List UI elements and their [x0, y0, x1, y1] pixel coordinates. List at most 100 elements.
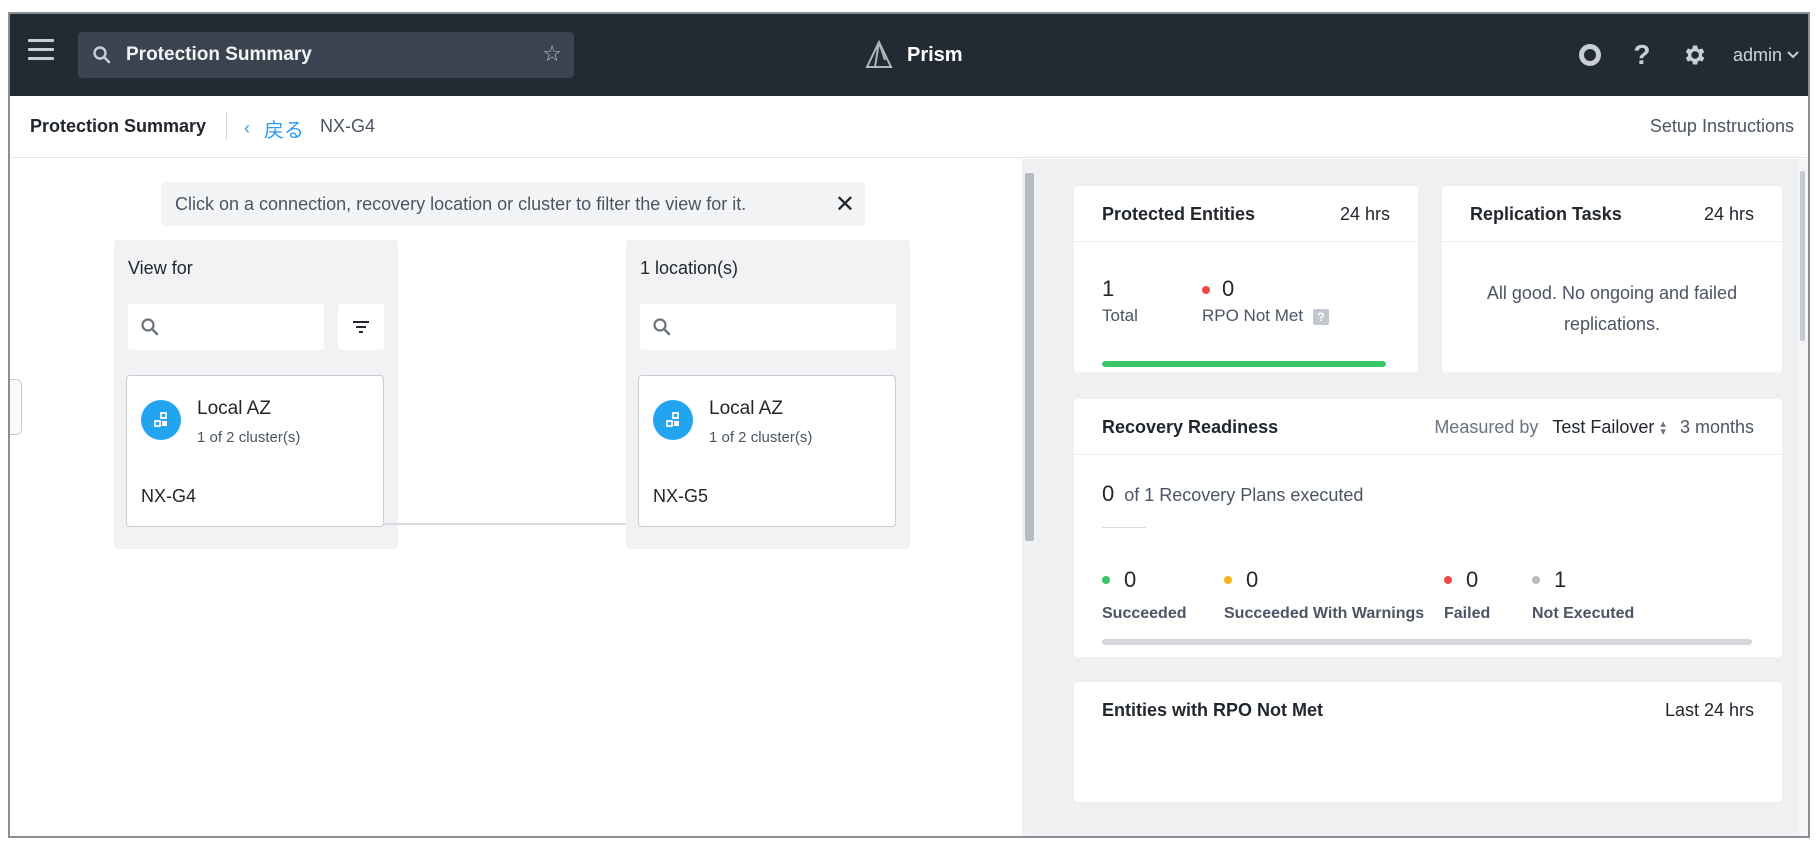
- hint-text: Click on a connection, recovery location…: [175, 194, 747, 214]
- stat-value: 1: [1554, 567, 1567, 592]
- topology-scrollbar[interactable]: [1022, 159, 1036, 836]
- widget-period: 24 hrs: [1339, 204, 1390, 224]
- measured-by-select[interactable]: Test Failover ▴ ▾: [1552, 417, 1666, 438]
- source-location-card[interactable]: Local AZ 1 of 2 cluster(s) NX-G4: [126, 375, 384, 527]
- readiness-period: 3 months: [1679, 417, 1754, 437]
- close-icon[interactable]: ✕: [835, 190, 855, 219]
- back-label[interactable]: 戻る: [264, 114, 304, 143]
- status-circle-icon[interactable]: [1577, 42, 1603, 68]
- stat-succeeded[interactable]: 0 Succeeded: [1102, 567, 1186, 623]
- cluster-name[interactable]: NX-G4: [141, 486, 196, 507]
- top-navigation-bar: Protection Summary ☆ Prism ? admin: [10, 14, 1808, 96]
- sort-caret-icon: ▴ ▾: [1660, 417, 1666, 438]
- status-dot: [1224, 576, 1232, 584]
- entities-rpo-not-met-widget: Entities with RPO Not Met Last 24 hrs: [1074, 682, 1782, 802]
- stat-not-executed[interactable]: 1 Not Executed: [1532, 567, 1634, 623]
- breadcrumb: Protection Summary ‹ 戻る NX-G4 Setup Inst…: [10, 96, 1808, 158]
- brand[interactable]: Prism: [865, 38, 963, 72]
- chevron-left-icon: ‹: [244, 118, 250, 138]
- readiness-progress-bar: [1102, 639, 1752, 645]
- widget-title: Protected Entities: [1102, 204, 1256, 224]
- protection-progress-bar: [1102, 361, 1386, 367]
- availability-zone-icon: [141, 400, 181, 440]
- stat-label: Failed: [1444, 605, 1491, 622]
- status-dot: [1532, 576, 1540, 584]
- rpo-count[interactable]: 0: [1202, 276, 1234, 302]
- dashboard-scrollbar[interactable]: [1798, 159, 1808, 836]
- replication-tasks-widget: Replication Tasks 24 hrs All good. No on…: [1442, 186, 1782, 372]
- scrollbar-thumb[interactable]: [1800, 171, 1805, 341]
- measurement-controls: Measured by Test Failover ▴ ▾ 3 months: [1434, 417, 1754, 438]
- recovery-readiness-widget: Recovery Readiness Measured by Test Fail…: [1074, 399, 1782, 657]
- page-title: Protection Summary: [30, 116, 207, 136]
- stat-value: 0: [1246, 567, 1259, 592]
- source-column: View for Local AZ 1 of 2 cluster(s) NX-G…: [114, 240, 398, 549]
- availability-zone-icon: [653, 400, 693, 440]
- executed-count: 0: [1102, 481, 1115, 506]
- measured-by-value[interactable]: Test Failover: [1552, 417, 1654, 438]
- stat-failed[interactable]: 0 Failed: [1444, 567, 1490, 623]
- filter-hint-banner: Click on a connection, recovery location…: [161, 182, 865, 226]
- total-count[interactable]: 1: [1102, 276, 1114, 302]
- topology-panel: Click on a connection, recovery location…: [10, 159, 1022, 836]
- widget-header: Recovery Readiness Measured by Test Fail…: [1074, 399, 1782, 455]
- executed-text: of 1 Recovery Plans executed: [1124, 485, 1364, 505]
- protected-entities-widget: Protected Entities 24 hrs 1 Total 0 RPO …: [1074, 186, 1418, 372]
- gear-icon[interactable]: [1681, 42, 1707, 68]
- target-search-input[interactable]: [640, 304, 896, 350]
- help-icon[interactable]: ?: [1629, 39, 1655, 70]
- location-subtitle: 1 of 2 cluster(s): [709, 429, 813, 446]
- filter-button[interactable]: [338, 304, 384, 350]
- rpo-label: RPO Not Met?: [1202, 306, 1330, 326]
- topbar-actions: ? admin: [1577, 14, 1808, 96]
- location-name: Local AZ: [709, 398, 783, 419]
- widget-period: 24 hrs: [1703, 204, 1754, 224]
- search-icon: [93, 46, 111, 64]
- widget-header: Protected Entities 24 hrs: [1074, 186, 1418, 242]
- breadcrumb-current: NX-G4: [320, 116, 376, 136]
- user-menu[interactable]: admin: [1733, 45, 1782, 66]
- replication-status-message: All good. No ongoing and failed replicat…: [1486, 283, 1738, 334]
- replication-connection-line[interactable]: [383, 523, 639, 525]
- search-icon: [141, 318, 159, 336]
- column-title: View for: [128, 258, 193, 278]
- setup-instructions-link[interactable]: Setup Instructions: [1650, 116, 1794, 137]
- hamburger-menu-icon[interactable]: [28, 39, 54, 63]
- widget-period: Last 24 hrs: [1664, 700, 1754, 720]
- widget-header: Entities with RPO Not Met Last 24 hrs: [1074, 682, 1782, 738]
- rpo-count-value[interactable]: 0: [1222, 276, 1234, 301]
- panel-resize-handle[interactable]: [10, 379, 22, 435]
- stat-label: Succeeded With Warnings: [1224, 605, 1425, 622]
- stat-value: 0: [1124, 567, 1137, 592]
- filter-icon: [353, 321, 369, 333]
- help-icon[interactable]: ?: [1313, 308, 1330, 325]
- red-status-dot: [1202, 286, 1210, 295]
- search-query-text[interactable]: Protection Summary: [126, 44, 312, 66]
- star-icon[interactable]: ☆: [542, 41, 562, 67]
- app-window: Protection Summary ☆ Prism ? admin Prote…: [8, 12, 1810, 838]
- progress-fill: [1102, 361, 1386, 367]
- executed-summary: 0 of 1 Recovery Plans executed: [1102, 481, 1363, 507]
- location-name: Local AZ: [197, 398, 271, 419]
- stat-label: Not Executed: [1532, 605, 1635, 622]
- divider: [1102, 527, 1146, 528]
- breadcrumb-divider: [226, 112, 227, 140]
- widget-title: Entities with RPO Not Met: [1102, 700, 1324, 720]
- location-subtitle: 1 of 2 cluster(s): [197, 429, 301, 446]
- cluster-name[interactable]: NX-G5: [653, 486, 708, 507]
- brand-name: Prism: [907, 43, 963, 66]
- scrollbar-thumb[interactable]: [1025, 173, 1034, 541]
- search-icon: [653, 318, 671, 336]
- target-location-card[interactable]: Local AZ 1 of 2 cluster(s) NX-G5: [638, 375, 896, 527]
- rpo-label-text: RPO Not Met: [1202, 306, 1304, 325]
- widget-header: Replication Tasks 24 hrs: [1442, 186, 1782, 242]
- measured-by-label: Measured by: [1434, 417, 1539, 437]
- back-link[interactable]: ‹ 戻る: [244, 114, 304, 143]
- chevron-down-icon[interactable]: [1786, 50, 1800, 60]
- stat-succeeded-with-warnings[interactable]: 0 Succeeded With Warnings: [1224, 567, 1424, 623]
- source-search-input[interactable]: [128, 304, 324, 350]
- global-search-box[interactable]: Protection Summary ☆: [78, 32, 574, 78]
- stat-value: 0: [1466, 567, 1479, 592]
- prism-logo-icon: [865, 40, 893, 68]
- column-title: 1 location(s): [640, 258, 739, 278]
